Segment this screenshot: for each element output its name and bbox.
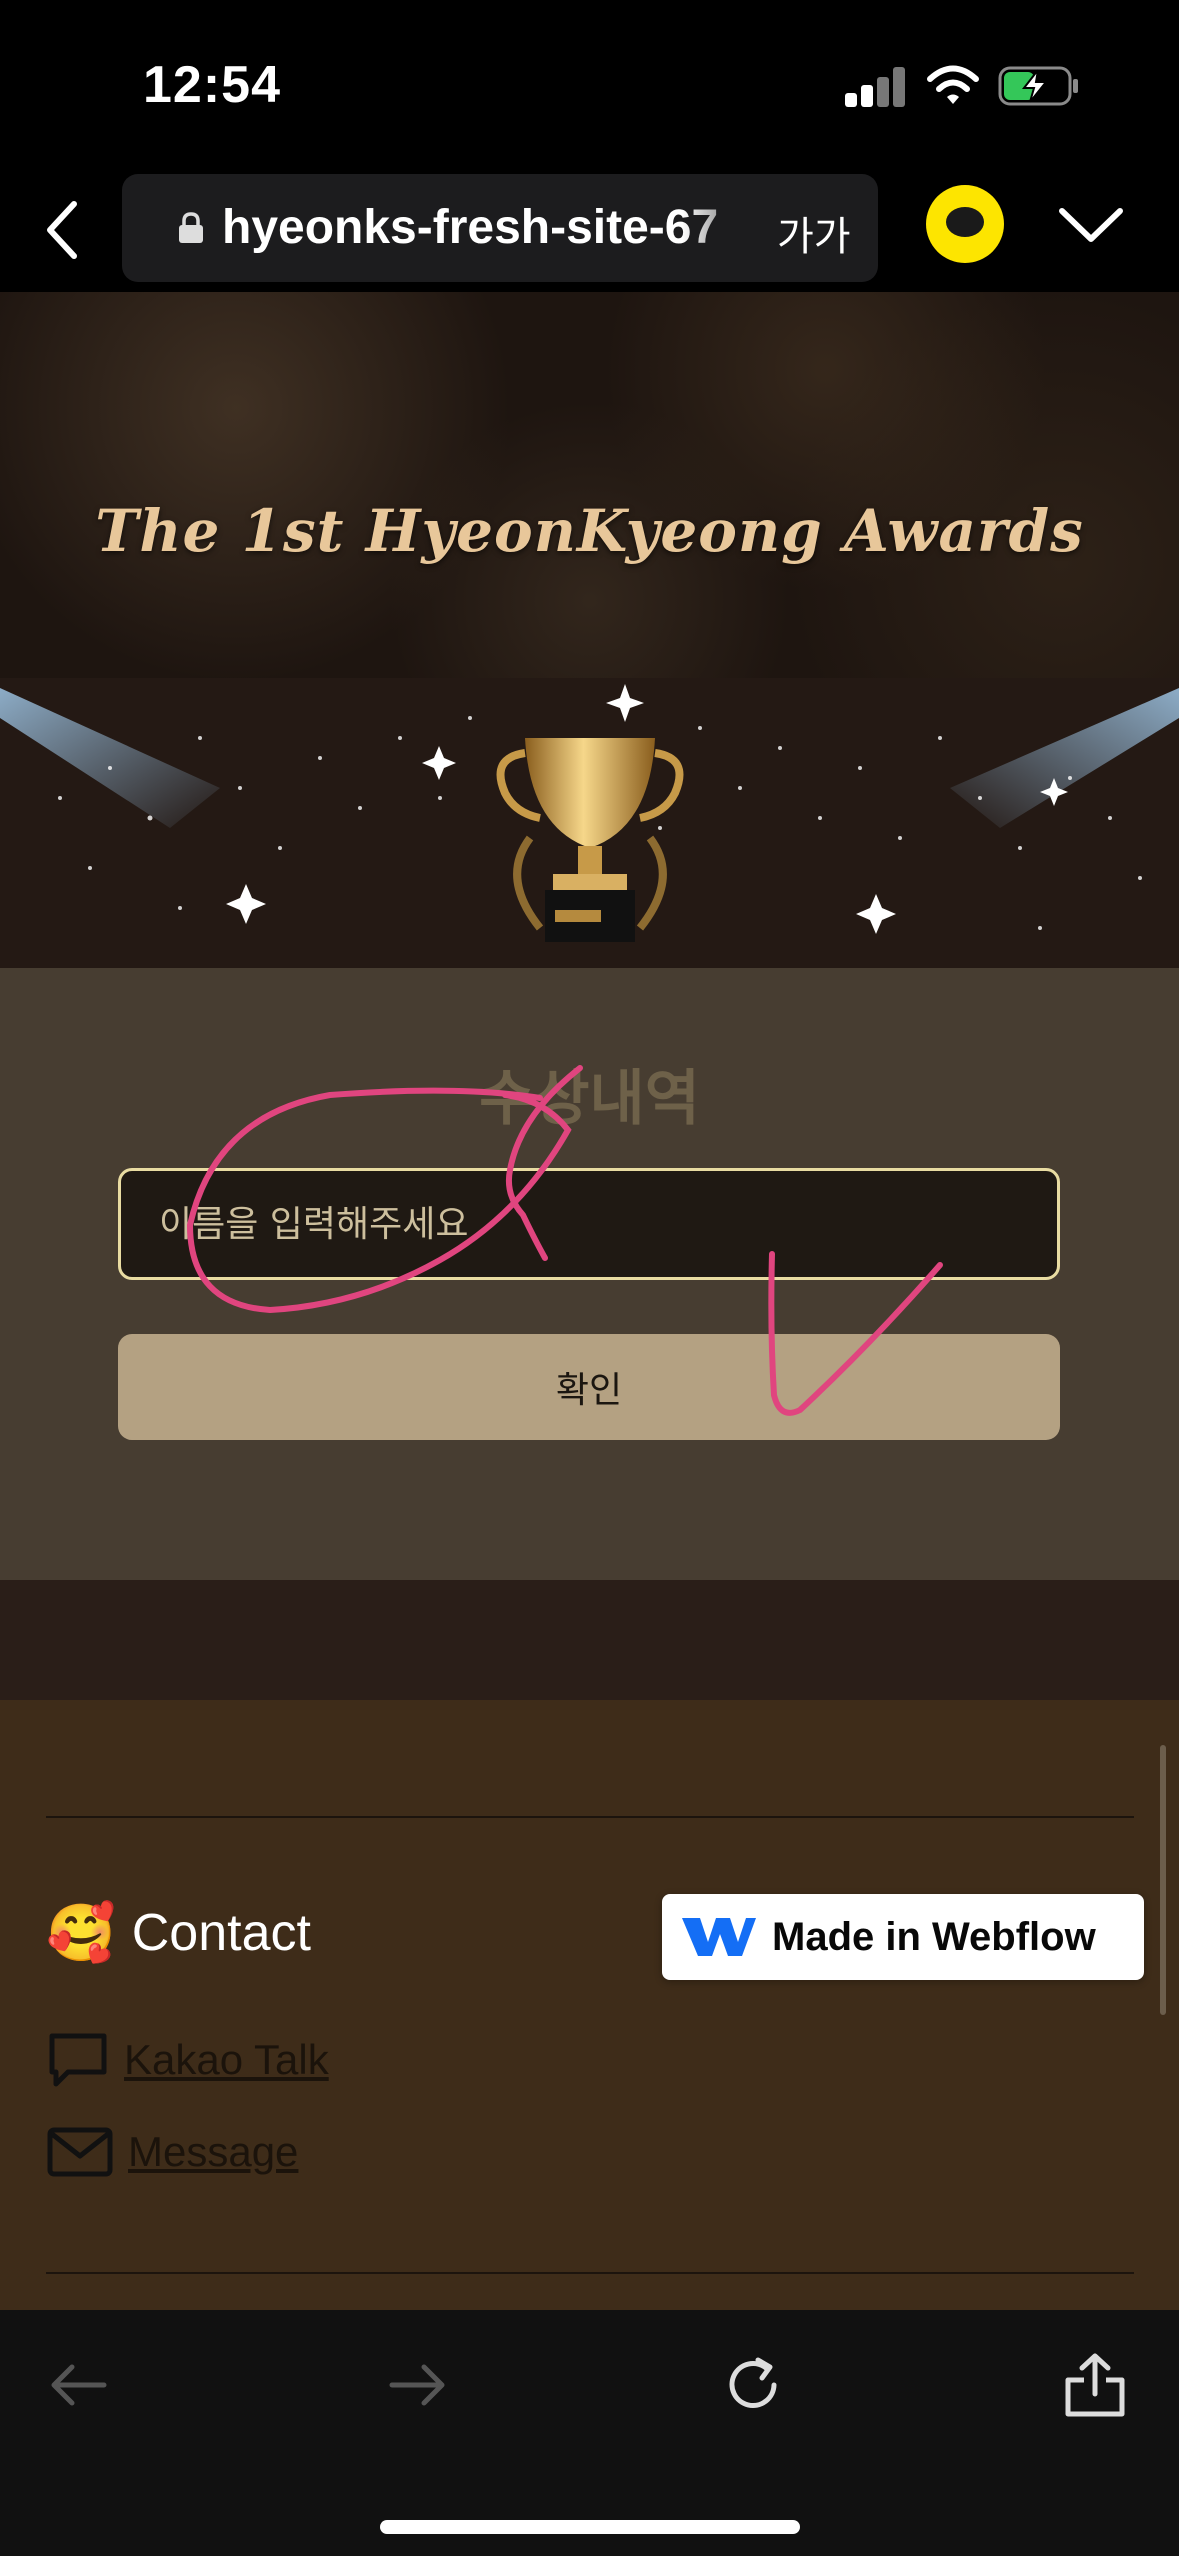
- url-field[interactable]: hyeonks-fresh-site-67 가가: [122, 174, 878, 282]
- reload-icon[interactable]: [718, 2350, 788, 2420]
- hero-banner: The 1st HyeonKyeong Awards: [0, 292, 1179, 678]
- kakao-talk-link[interactable]: Kakao Talk: [46, 2030, 329, 2090]
- webflow-logo-icon: [682, 1918, 756, 1956]
- kakao-talk-label[interactable]: Kakao Talk: [124, 2036, 329, 2084]
- trophy-image: [0, 678, 1179, 968]
- wifi-icon: [927, 65, 979, 104]
- section-divider-strip: [0, 1580, 1179, 1700]
- message-link[interactable]: Message: [46, 2124, 298, 2180]
- chat-bubble-icon: [49, 2033, 107, 2087]
- status-time: 12:54: [143, 56, 281, 114]
- message-label[interactable]: Message: [128, 2128, 298, 2176]
- browser-toolbar: [0, 2310, 1179, 2556]
- home-indicator[interactable]: [380, 2520, 800, 2534]
- url-text: hyeonks-fresh-site-67: [222, 201, 719, 254]
- section-title: 수상내역: [479, 1065, 700, 1132]
- contact-heading: 🥰 Contact: [46, 1900, 311, 1966]
- smiling-hearts-emoji-icon: 🥰: [46, 1901, 116, 1964]
- kakao-chat-icon[interactable]: [926, 185, 1004, 263]
- trophy-illustration: [0, 684, 1179, 942]
- web-content: The 1st HyeonKyeong Awards 수상내역 이름을 입력해주…: [0, 292, 1179, 2310]
- status-bar: 12:54: [0, 0, 1179, 170]
- back-chevron-icon[interactable]: [40, 198, 90, 262]
- made-in-webflow-badge[interactable]: Made in Webflow: [662, 1894, 1144, 1980]
- browser-url-row: hyeonks-fresh-site-67 가가: [0, 170, 1179, 292]
- cellular-signal-icon: [845, 67, 905, 107]
- webflow-badge-label: Made in Webflow: [772, 1914, 1096, 1959]
- contact-heading-label: Contact: [131, 1904, 311, 1962]
- share-icon[interactable]: [1060, 2350, 1130, 2420]
- footer-divider-bottom: [46, 2272, 1134, 2274]
- lock-icon: [179, 212, 203, 243]
- footer-divider: [46, 1816, 1134, 1818]
- forward-arrow-icon[interactable]: [382, 2350, 452, 2420]
- battery-charging-icon: [998, 66, 1078, 106]
- text-size-button[interactable]: 가가: [777, 204, 851, 262]
- confirm-button[interactable]: 확인: [118, 1334, 1060, 1440]
- chevron-down-icon[interactable]: [1058, 203, 1124, 247]
- page-scrollbar[interactable]: [1160, 1745, 1166, 2015]
- hero-title: The 1st HyeonKyeong Awards: [95, 497, 1084, 565]
- back-arrow-icon[interactable]: [44, 2350, 114, 2420]
- envelope-icon: [47, 2127, 113, 2177]
- awards-lookup-panel: 수상내역 확인: [0, 968, 1179, 1580]
- url-fade: [682, 184, 772, 272]
- name-input[interactable]: [118, 1168, 1060, 1280]
- footer: 🥰 Contact Kakao Talk Message: [0, 1700, 1179, 2310]
